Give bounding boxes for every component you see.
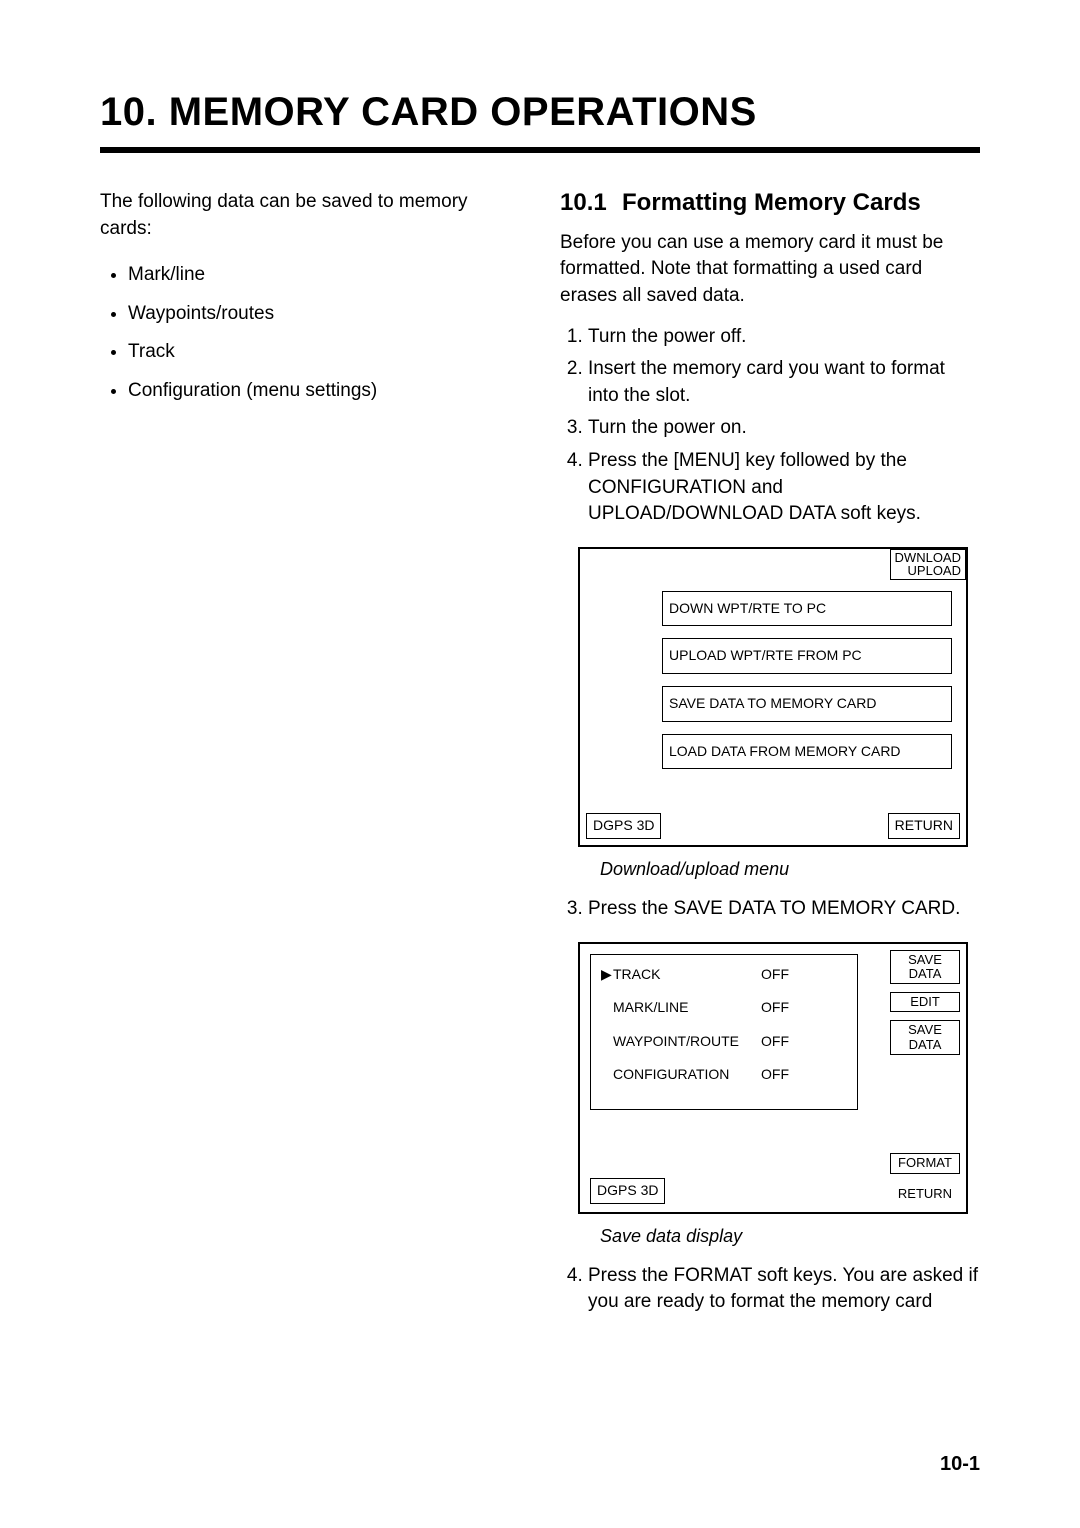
intro-text: The following data can be saved to memor… xyxy=(100,189,500,242)
list-item: Waypoints/routes xyxy=(128,301,500,328)
section-name: Formatting Memory Cards xyxy=(622,189,980,218)
row-key: MARK/LINE xyxy=(613,998,761,1018)
step-item: Turn the power on. xyxy=(588,415,980,442)
steps-list-c: Press the FORMAT soft keys. You are aske… xyxy=(560,1263,980,1316)
steps-list-a: Turn the power off. Insert the memory ca… xyxy=(560,324,980,528)
softkey-save-data[interactable]: SAVE DATA xyxy=(890,1020,960,1055)
row-value: OFF xyxy=(761,965,789,985)
steps-list-b: Press the SAVE DATA TO MEMORY CARD. xyxy=(560,896,980,923)
row-key: WAYPOINT/ROUTE xyxy=(613,1032,761,1052)
save-row-config: CONFIGURATION OFF xyxy=(601,1065,847,1085)
step-item: Turn the power off. xyxy=(588,324,980,351)
list-item: Mark/line xyxy=(128,262,500,289)
caret-icon: ▶ xyxy=(601,965,613,985)
save-row-track: ▶TRACK OFF xyxy=(601,965,847,985)
figure1-caption: Download/upload menu xyxy=(600,857,980,882)
download-upload-menu-figure: DWNLOAD UPLOAD DOWN WPT/RTE TO PC UPLOAD… xyxy=(578,547,968,847)
row-value: OFF xyxy=(761,998,789,1018)
row-value: OFF xyxy=(761,1032,789,1052)
option-down-wpt[interactable]: DOWN WPT/RTE TO PC xyxy=(662,591,952,627)
row-key: TRACK xyxy=(613,966,660,982)
dgps-status: DGPS 3D xyxy=(590,1178,665,1204)
left-column: The following data can be saved to memor… xyxy=(100,189,500,1335)
list-item: Track xyxy=(128,339,500,366)
page-number: 10-1 xyxy=(940,1453,980,1476)
section-para: Before you can use a memory card it must… xyxy=(560,230,980,310)
step-item: Press the [MENU] key followed by the CON… xyxy=(588,448,980,528)
softkey-format[interactable]: FORMAT xyxy=(890,1153,960,1173)
right-column: 10.1 Formatting Memory Cards Before you … xyxy=(560,189,980,1335)
option-save-data[interactable]: SAVE DATA TO MEMORY CARD xyxy=(662,686,952,722)
return-softkey[interactable]: RETURN xyxy=(888,813,960,839)
step-item: Insert the memory card you want to forma… xyxy=(588,356,980,409)
horizontal-rule xyxy=(100,147,980,153)
figure2-caption: Save data display xyxy=(600,1224,980,1249)
softkey-line2: DATA xyxy=(909,966,942,981)
step-item: Press the SAVE DATA TO MEMORY CARD. xyxy=(588,896,980,923)
softkey-line1: SAVE xyxy=(908,1022,942,1037)
menu-tab-label: DWNLOAD UPLOAD xyxy=(890,549,966,580)
save-row-waypoint: WAYPOINT/ROUTE OFF xyxy=(601,1032,847,1052)
list-item: Configuration (menu settings) xyxy=(128,378,500,405)
softkey-return[interactable]: RETURN xyxy=(890,1185,960,1203)
row-key: CONFIGURATION xyxy=(613,1065,761,1085)
softkey-line1: EDIT xyxy=(910,994,940,1009)
softkey-line2: DATA xyxy=(909,1037,942,1052)
save-row-markline: MARK/LINE OFF xyxy=(601,998,847,1018)
tab-line2: UPLOAD xyxy=(908,563,961,578)
save-data-display-figure: ▶TRACK OFF MARK/LINE OFF WAYPOINT/ROUTE … xyxy=(578,942,968,1214)
dgps-status: DGPS 3D xyxy=(586,813,661,839)
option-load-data[interactable]: LOAD DATA FROM MEMORY CARD xyxy=(662,734,952,770)
section-number: 10.1 xyxy=(560,189,622,218)
section-heading: 10.1 Formatting Memory Cards xyxy=(560,189,980,218)
saveable-list: Mark/line Waypoints/routes Track Configu… xyxy=(100,262,500,404)
step-item: Press the FORMAT soft keys. You are aske… xyxy=(588,1263,980,1316)
save-data-panel: ▶TRACK OFF MARK/LINE OFF WAYPOINT/ROUTE … xyxy=(590,954,858,1110)
softkey-line1: SAVE xyxy=(908,952,942,967)
softkey-edit[interactable]: EDIT xyxy=(890,992,960,1012)
chapter-title: 10. MEMORY CARD OPERATIONS xyxy=(100,90,980,135)
softkey-save-data-header: SAVE DATA xyxy=(890,950,960,985)
row-value: OFF xyxy=(761,1065,789,1085)
option-upload-wpt[interactable]: UPLOAD WPT/RTE FROM PC xyxy=(662,638,952,674)
